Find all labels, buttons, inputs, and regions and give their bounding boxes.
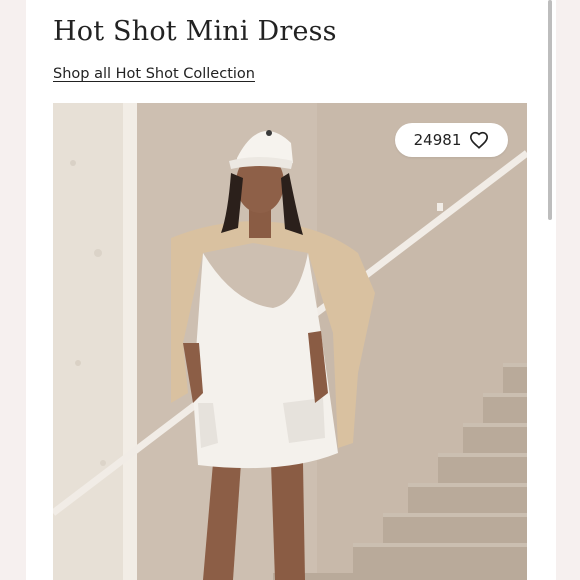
product-photo-illustration [53, 103, 527, 580]
right-margin [556, 0, 580, 580]
shop-collection-link[interactable]: Shop all Hot Shot Collection [53, 66, 255, 82]
like-button[interactable]: 24981 [395, 123, 508, 157]
like-count: 24981 [413, 131, 462, 149]
product-title: Hot Shot Mini Dress [53, 16, 337, 47]
product-photo[interactable] [53, 103, 527, 580]
scrollbar-thumb[interactable] [548, 0, 552, 220]
heart-outline-icon [469, 131, 489, 149]
left-margin [0, 0, 26, 580]
